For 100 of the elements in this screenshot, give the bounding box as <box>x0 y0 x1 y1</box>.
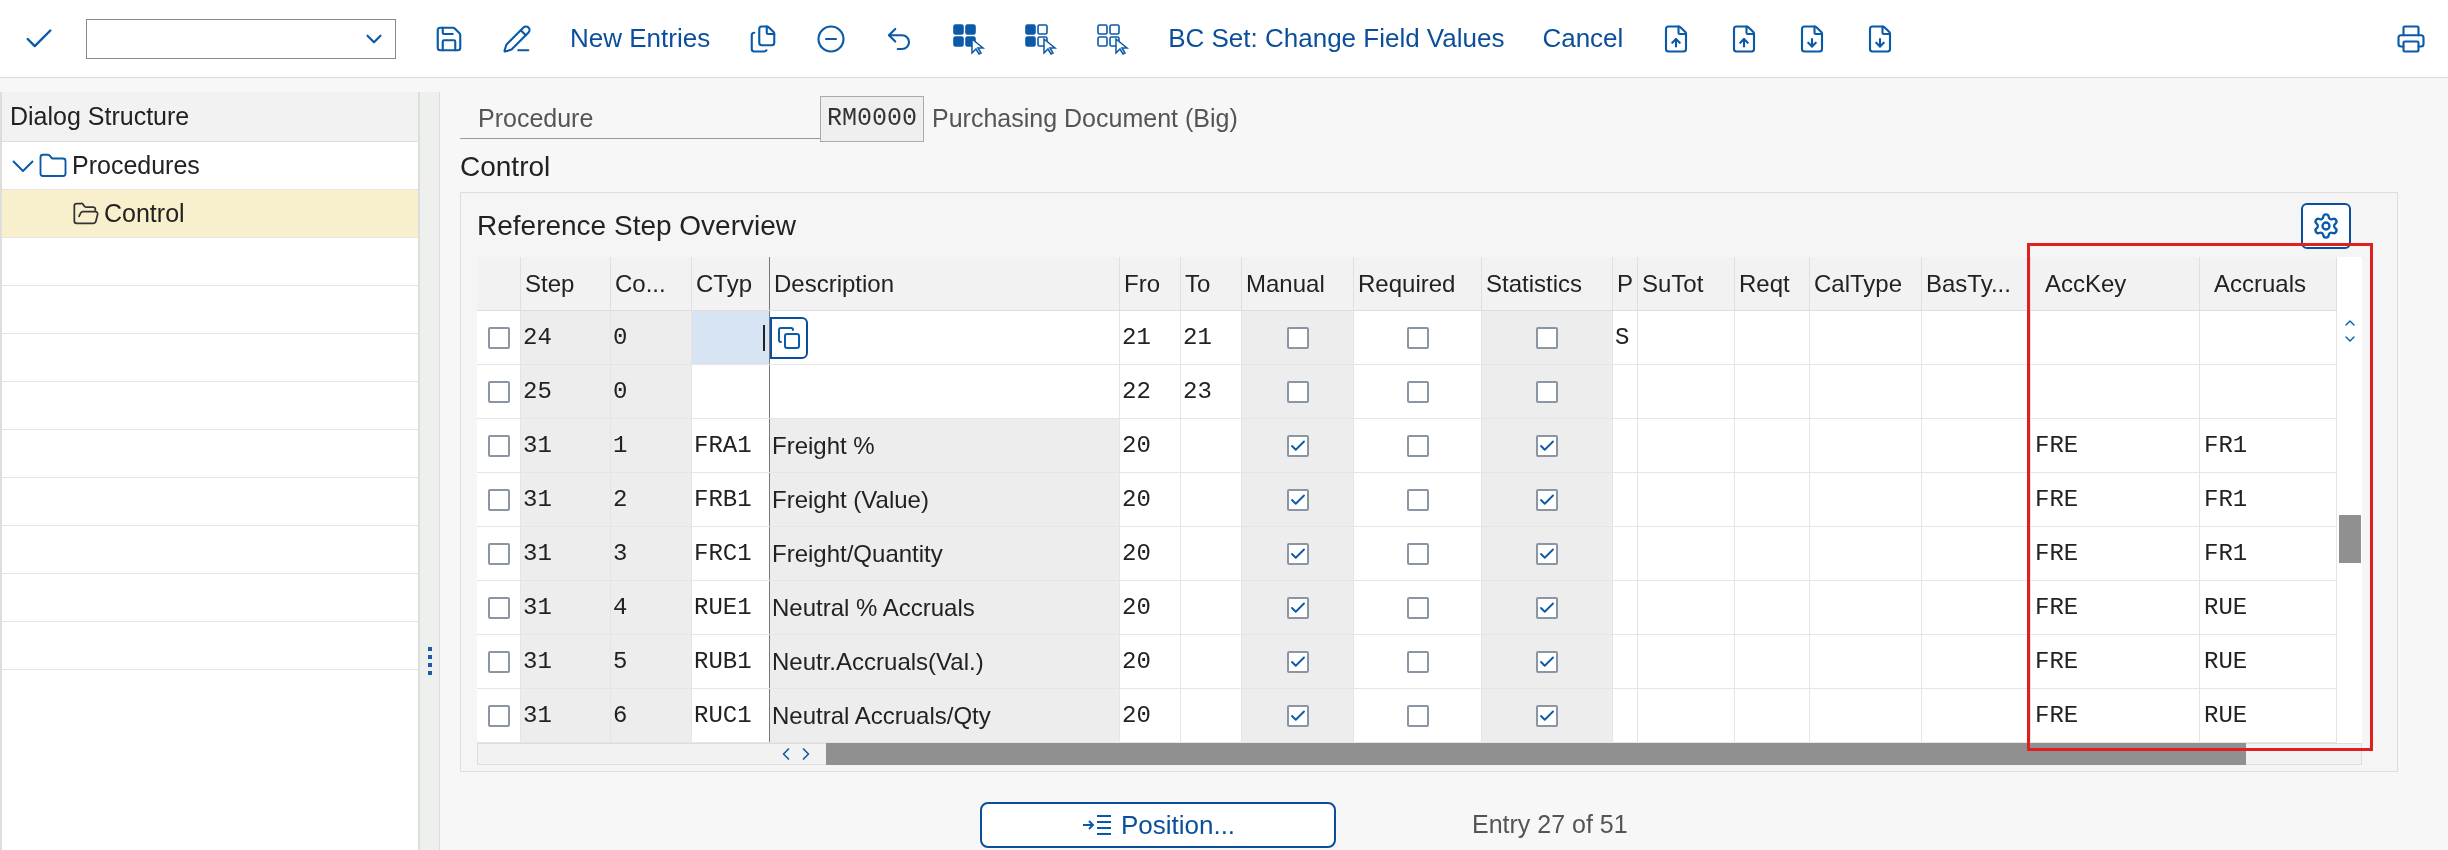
column-header[interactable]: To <box>1181 257 1242 310</box>
table-cell: Freight (Value) <box>770 473 1120 526</box>
column-header[interactable]: SuTot <box>1638 257 1735 310</box>
column-header[interactable]: Reqt <box>1735 257 1810 310</box>
table-cell: 31 <box>521 473 611 526</box>
checkbox[interactable] <box>1536 596 1558 619</box>
select-all-icon[interactable] <box>952 22 987 55</box>
vertical-scrollbar[interactable] <box>2337 257 2362 743</box>
checkbox[interactable] <box>1286 542 1309 565</box>
procedure-description: Purchasing Document (Big) <box>932 103 1238 135</box>
checkbox[interactable] <box>1406 434 1429 457</box>
table-cell: 31 <box>521 581 611 634</box>
gear-icon <box>2312 212 2340 240</box>
sidebar-title: Dialog Structure <box>2 92 418 142</box>
table-cell: 4 <box>611 581 692 634</box>
checkbox[interactable] <box>1406 596 1429 619</box>
table-cell: 0 <box>611 311 692 364</box>
table-cell: 20 <box>1120 581 1181 634</box>
column-header[interactable]: CalType <box>1810 257 1922 310</box>
checkbox[interactable] <box>1286 488 1309 511</box>
edit-icon[interactable] <box>502 23 532 54</box>
checkbox[interactable] <box>1406 380 1429 403</box>
checkbox[interactable] <box>1536 380 1558 403</box>
arrow-list-icon <box>1080 812 1113 838</box>
row-selector[interactable] <box>487 488 510 511</box>
procedure-field[interactable]: RM0000 <box>820 96 924 142</box>
toolbar-button[interactable]: Cancel <box>1542 19 1624 58</box>
table-cell: Neutr.Accruals(Val.) <box>770 635 1120 688</box>
column-header[interactable]: AccKey <box>2031 257 2200 310</box>
value-help-button[interactable] <box>770 316 808 359</box>
field-label: Procedure <box>460 99 820 139</box>
command-field[interactable] <box>86 18 396 59</box>
table-cell: Neutral % Accruals <box>770 581 1120 634</box>
checkbox[interactable] <box>1536 488 1558 511</box>
position-button[interactable]: Position... <box>980 802 1336 848</box>
table-cell: 22 <box>1120 365 1181 418</box>
horizontal-scrollbar[interactable] <box>477 743 2362 765</box>
table-cell: Neutral Accruals/Qty <box>770 689 1120 742</box>
checkbox[interactable] <box>1406 326 1429 349</box>
checkbox[interactable] <box>1406 650 1429 673</box>
table-cell: 31 <box>521 635 611 688</box>
table-cell: 20 <box>1120 419 1181 472</box>
column-header[interactable]: Manual <box>1242 257 1354 310</box>
table-cell: 31 <box>521 527 611 580</box>
checkbox[interactable] <box>1536 434 1558 457</box>
scroll-thumb[interactable] <box>2338 515 2361 563</box>
column-header[interactable]: CTyp <box>692 257 770 310</box>
table-cell: 20 <box>1120 527 1181 580</box>
column-header[interactable]: Required <box>1354 257 1482 310</box>
delete-icon[interactable] <box>816 23 847 54</box>
row-selector[interactable] <box>487 704 510 727</box>
checkbox[interactable] <box>1286 596 1309 619</box>
toolbar-button[interactable]: BC Set: Change Field Values <box>1168 19 1505 58</box>
column-header[interactable]: Statistics <box>1482 257 1613 310</box>
row-selector[interactable] <box>487 596 510 619</box>
tree-item[interactable]: Control <box>2 190 418 238</box>
collapse-icon[interactable] <box>12 159 34 172</box>
table-cell: 3 <box>611 527 692 580</box>
checkbox[interactable] <box>1406 704 1429 727</box>
checkbox[interactable] <box>1406 542 1429 565</box>
column-header[interactable]: Co... <box>611 257 692 310</box>
table-cell: 1 <box>611 419 692 472</box>
select-block-icon[interactable] <box>1024 22 1059 55</box>
text-cursor <box>763 324 765 351</box>
row-selector[interactable] <box>487 542 510 565</box>
checkbox[interactable] <box>1536 704 1558 727</box>
table-cell: 25 <box>521 365 611 418</box>
column-header[interactable]: Fro <box>1120 257 1181 310</box>
row-selector[interactable] <box>487 434 510 457</box>
row-selector[interactable] <box>487 326 510 349</box>
toolbar-button[interactable]: New Entries <box>570 19 711 58</box>
checkbox[interactable] <box>1286 704 1309 727</box>
scroll-thumb[interactable] <box>826 743 2246 765</box>
table-cell: 21 <box>1181 311 1242 364</box>
table-cell: 31 <box>521 689 611 742</box>
checkbox[interactable] <box>1286 380 1309 403</box>
checkbox[interactable] <box>1286 434 1309 457</box>
table-cell: 24 <box>521 311 611 364</box>
table-cell: 20 <box>1120 473 1181 526</box>
row-selector[interactable] <box>487 380 510 403</box>
table-cell: 0 <box>611 365 692 418</box>
checkbox[interactable] <box>1536 650 1558 673</box>
column-header[interactable]: Description <box>770 257 1120 310</box>
checkbox[interactable] <box>1286 650 1309 673</box>
checkbox[interactable] <box>1536 326 1558 349</box>
settings-button[interactable] <box>2301 203 2351 249</box>
column-header[interactable]: BasTy... <box>1922 257 2031 310</box>
table-cell: 20 <box>1120 635 1181 688</box>
table-title: Reference Step Overview <box>477 209 797 243</box>
checkbox[interactable] <box>1406 488 1429 511</box>
print-icon[interactable] <box>2396 23 2426 54</box>
column-header[interactable]: P <box>1613 257 1638 310</box>
table-cell: 31 <box>521 419 611 472</box>
table-cell: 5 <box>611 635 692 688</box>
table-cell: RUE1 <box>692 581 770 634</box>
deselect-all-icon[interactable] <box>1096 22 1131 55</box>
checkbox[interactable] <box>1536 542 1558 565</box>
checkbox[interactable] <box>1286 326 1309 349</box>
row-selector[interactable] <box>487 650 510 673</box>
column-header[interactable]: Step <box>521 257 611 310</box>
